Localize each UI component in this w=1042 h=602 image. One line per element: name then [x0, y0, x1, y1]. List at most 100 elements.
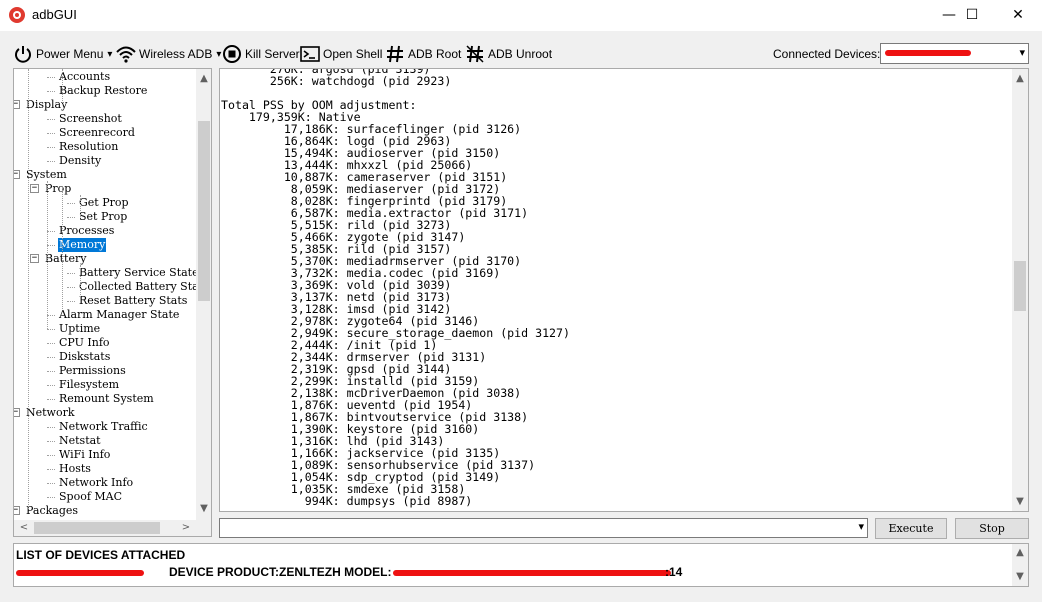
tree-connector	[47, 357, 55, 358]
tree-item-label: Density	[59, 154, 102, 167]
tree-connector	[67, 273, 75, 274]
scroll-down-icon[interactable]: ▼	[1012, 495, 1028, 509]
maximize-button[interactable]: ☐	[949, 0, 995, 31]
tree-collapse-icon[interactable]: −	[14, 408, 20, 417]
output-line: 994K: dumpsys (pid 8987)	[221, 494, 473, 508]
close-button[interactable]: ✕	[995, 0, 1041, 31]
scroll-thumb[interactable]	[34, 522, 160, 534]
scroll-down-icon[interactable]: ▼	[196, 502, 211, 516]
tree-collapse-icon[interactable]: −	[30, 184, 39, 193]
kill-server-button[interactable]: Kill Server	[222, 43, 300, 65]
tree-connector	[67, 301, 75, 302]
tree-item-label: Spoof MAC	[59, 490, 123, 503]
tree-connector	[47, 245, 55, 246]
tree-connector	[47, 77, 55, 78]
power-menu-button[interactable]: Power Menu ▾	[13, 43, 112, 65]
redaction-mark	[393, 570, 671, 576]
tree-guide-line	[80, 265, 81, 303]
tree-collapse-icon[interactable]: −	[14, 170, 20, 179]
tree-item-label: Netstat	[59, 434, 101, 447]
tree-connector	[47, 483, 55, 484]
chevron-down-icon: ▾	[1019, 47, 1025, 59]
tree-item-label: Prop	[45, 182, 72, 195]
adb-unroot-button[interactable]: ADB Unroot	[465, 43, 552, 65]
redaction-mark	[885, 50, 971, 56]
tree-connector	[47, 133, 55, 134]
tree-collapse-icon[interactable]: −	[14, 100, 20, 109]
output-vertical-scrollbar[interactable]: ▲ ▼	[1012, 69, 1028, 511]
tree-collapse-icon[interactable]: −	[14, 506, 20, 515]
title-bar: adbGUI — ☐ ✕	[0, 0, 1042, 31]
tree-guide-line	[80, 195, 81, 217]
status-vertical-scrollbar[interactable]: ▲ ▼	[1012, 544, 1028, 586]
tree-guide-line	[28, 69, 29, 509]
tree-item-label: System	[26, 168, 67, 181]
tree-connector	[47, 231, 55, 232]
tree-item-label: Alarm Manager State	[59, 308, 180, 321]
tree-connector	[47, 147, 55, 148]
tree-item-label: Diskstats	[59, 350, 111, 363]
tree-item-label: Screenshot	[59, 112, 122, 125]
stop-button[interactable]: Stop	[955, 518, 1029, 539]
tree-guide-line	[62, 69, 63, 105]
device-info-text: DEVICE PRODUCT:ZENLTEZH MODEL:	[169, 565, 392, 579]
tree-connector	[47, 497, 55, 498]
tree-connector	[47, 469, 55, 470]
chevron-down-icon: ▾	[216, 48, 222, 60]
tree-connector	[47, 161, 55, 162]
tree-item-label: Permissions	[59, 364, 126, 377]
adb-unroot-label: ADB Unroot	[488, 47, 553, 61]
device-list-panel: LIST OF DEVICES ATTACHED DEVICE PRODUCT:…	[13, 543, 1029, 587]
device-list-title: LIST OF DEVICES ATTACHED	[16, 548, 186, 562]
terminal-icon	[300, 44, 320, 64]
adb-root-label: ADB Root	[408, 47, 462, 61]
open-shell-button[interactable]: Open Shell	[300, 43, 382, 65]
scroll-up-icon[interactable]: ▲	[196, 72, 211, 86]
scrollbar-corner	[196, 520, 211, 536]
tree-item-label: Get Prop	[79, 196, 129, 209]
tree-items: AccountsBackup Restore−DisplayScreenshot…	[14, 69, 197, 520]
tree-item-label: Remount System	[59, 392, 154, 405]
tree-item-label: WiFi Info	[59, 448, 111, 461]
wireless-adb-button[interactable]: Wireless ADB ▾	[116, 43, 221, 65]
power-icon	[13, 44, 33, 64]
tree-item-label: Hosts	[59, 462, 91, 475]
tree-item-label: Network Info	[59, 476, 134, 489]
tree-connector	[67, 287, 75, 288]
chevron-down-icon[interactable]: ▾	[858, 520, 864, 533]
tree-connector	[47, 343, 55, 344]
tree-connector	[47, 455, 55, 456]
tree-collapse-icon[interactable]: −	[30, 254, 39, 263]
scroll-up-icon[interactable]: ▲	[1012, 546, 1028, 560]
tree-connector	[47, 399, 55, 400]
scroll-left-icon[interactable]: <	[16, 521, 32, 535]
tree-item-label: Packages	[26, 504, 79, 517]
tree-connector	[67, 203, 75, 204]
tree-connector	[47, 91, 55, 92]
tree-item-label: Resolution	[59, 140, 119, 153]
scroll-down-icon[interactable]: ▼	[1012, 570, 1028, 584]
tree-item-label: Accounts	[59, 70, 111, 83]
tree-connector	[47, 371, 55, 372]
output-console[interactable]: 276K: argosd (pid 3139) 256K: watchdogd …	[219, 68, 1029, 512]
scroll-right-icon[interactable]: >	[178, 521, 194, 535]
tree-item-label: Processes	[59, 224, 115, 237]
execute-button[interactable]: Execute	[875, 518, 947, 539]
tree-horizontal-scrollbar[interactable]: < >	[14, 520, 196, 536]
redaction-mark	[16, 570, 144, 576]
adb-root-button[interactable]: ADB Root	[385, 43, 461, 65]
scroll-up-icon[interactable]: ▲	[1012, 72, 1028, 86]
scroll-thumb[interactable]	[198, 121, 210, 301]
tree-item-label: Memory	[58, 238, 107, 252]
scroll-thumb[interactable]	[1014, 261, 1026, 311]
tree-connector	[47, 427, 55, 428]
tree-connector	[47, 315, 55, 316]
tree-vertical-scrollbar[interactable]: ▲ ▼	[196, 69, 211, 520]
tree-connector	[47, 441, 55, 442]
tree-item-label: Network Traffic	[59, 420, 148, 433]
kill-server-label: Kill Server	[245, 47, 300, 61]
toolbar: Power Menu ▾ Wireless ADB ▾ Kill Server …	[0, 40, 1042, 68]
tree-item-label: Battery	[45, 252, 87, 265]
command-input[interactable]: ▾	[219, 518, 868, 538]
connected-devices-select[interactable]: ▾	[880, 43, 1029, 64]
